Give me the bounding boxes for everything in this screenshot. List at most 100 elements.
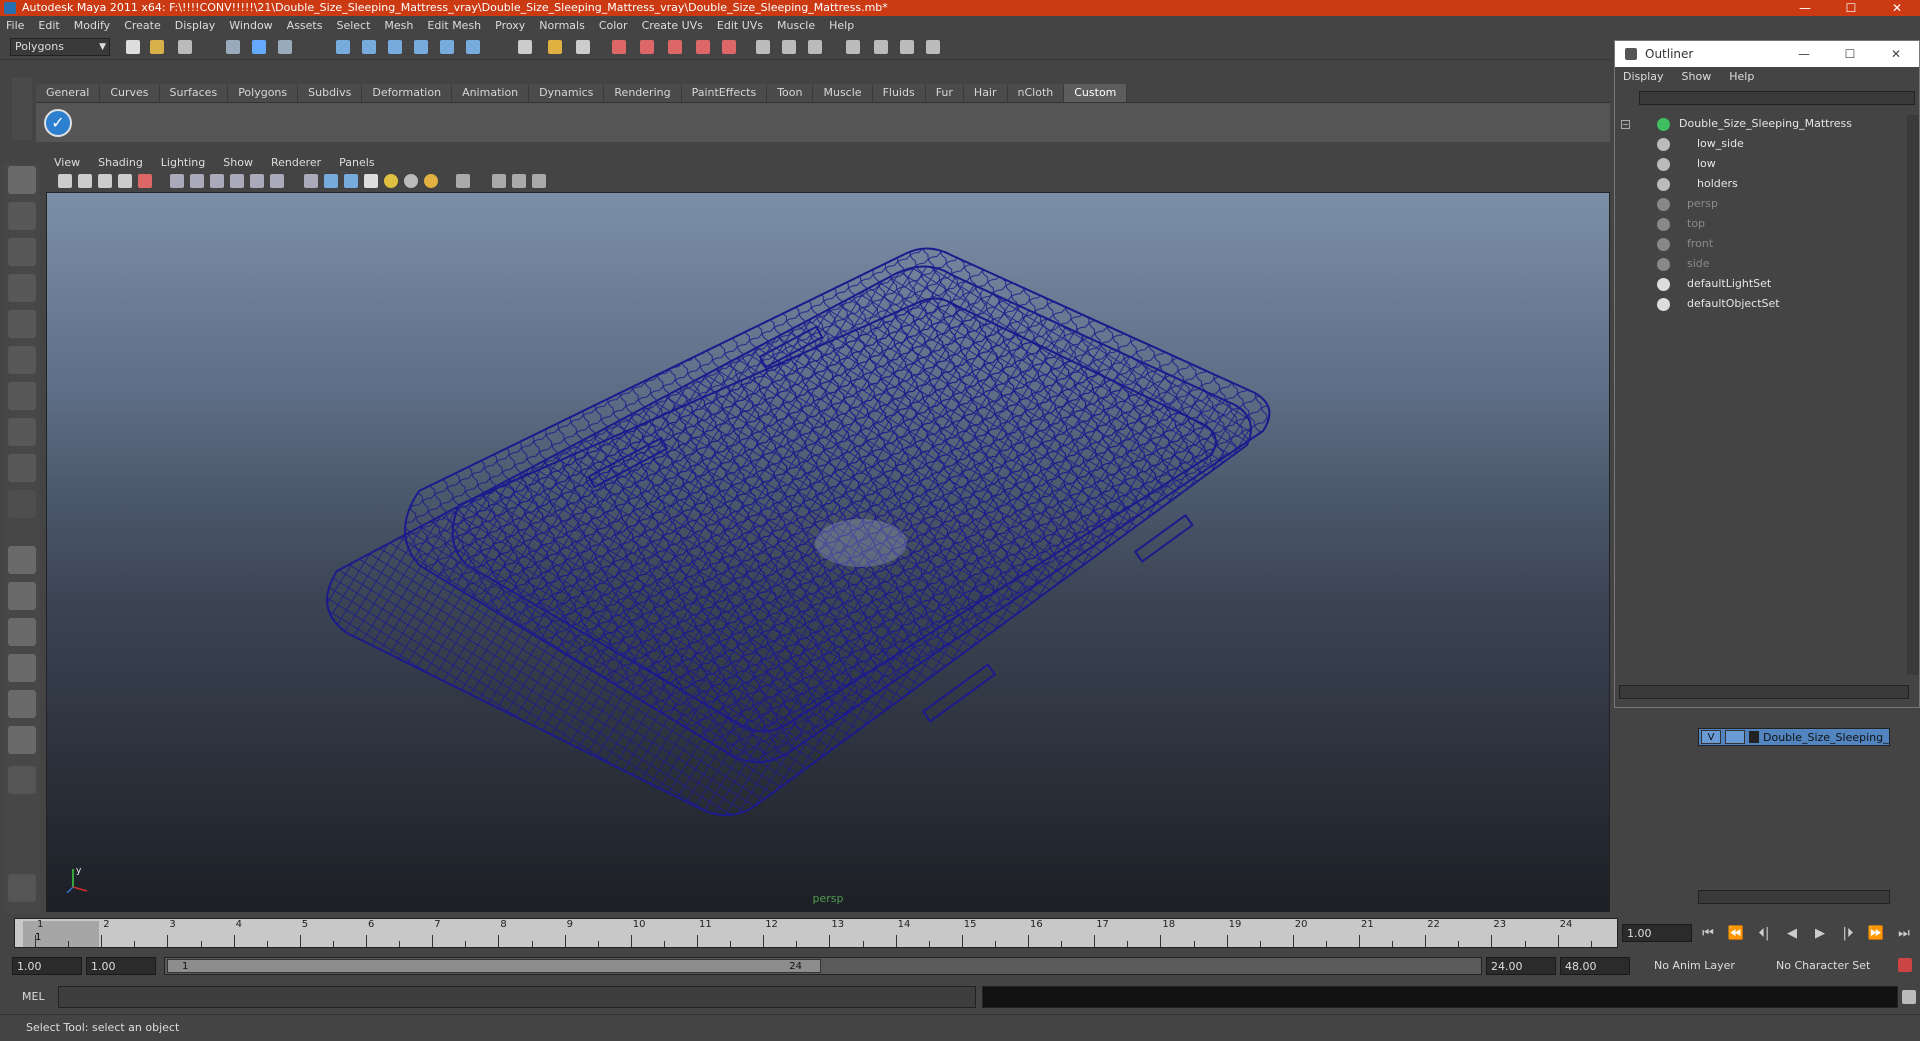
menu-select[interactable]: Select	[336, 19, 370, 32]
menu-edit[interactable]: Edit	[38, 19, 59, 32]
perspective-viewport[interactable]: y persp	[46, 192, 1610, 912]
input-output-icon[interactable]	[576, 40, 590, 54]
script-editor-icon[interactable]	[1902, 990, 1916, 1004]
go-to-end-icon[interactable]: ⏭	[1890, 926, 1918, 942]
snap-view-plane-icon[interactable]	[414, 40, 428, 54]
show-outliner-icon[interactable]	[846, 40, 860, 54]
tab-toon[interactable]: Toon	[767, 84, 814, 102]
outliner-item-persp[interactable]: persp	[1619, 195, 1899, 213]
outliner-item-low[interactable]: low	[1619, 155, 1899, 173]
four-view-layout-icon[interactable]	[8, 582, 36, 610]
xray-joints-icon[interactable]	[344, 174, 358, 188]
tab-hair[interactable]: Hair	[963, 84, 1008, 102]
last-tool-icon[interactable]	[8, 490, 36, 518]
show-tool-settings-icon[interactable]	[782, 40, 796, 54]
help-icon[interactable]	[518, 40, 532, 54]
safe-action-icon[interactable]	[512, 174, 526, 188]
default-light-icon[interactable]	[384, 174, 398, 188]
tab-curves[interactable]: Curves	[100, 84, 160, 102]
tab-polygons[interactable]: Polygons	[228, 84, 299, 102]
select-by-object-icon[interactable]	[252, 40, 266, 54]
mel-command-input[interactable]	[58, 986, 976, 1008]
layer-playback-toggle[interactable]	[1725, 730, 1745, 744]
outliner-horizontal-scrollbar[interactable]	[1619, 685, 1909, 699]
render-settings-icon[interactable]	[696, 40, 710, 54]
menu-assets[interactable]: Assets	[287, 19, 323, 32]
show-graph-editor-icon[interactable]	[874, 40, 888, 54]
outliner-close-button[interactable]: ✕	[1873, 41, 1919, 67]
outliner-menu-help[interactable]: Help	[1729, 70, 1754, 83]
shadows-icon[interactable]	[270, 174, 284, 188]
tab-subdivs[interactable]: Subdivs	[298, 84, 363, 102]
single-perspective-layout-icon[interactable]	[8, 546, 36, 574]
menu-mesh[interactable]: Mesh	[384, 19, 413, 32]
viewport-menu-lighting[interactable]: Lighting	[161, 156, 205, 169]
menu-display[interactable]: Display	[175, 19, 216, 32]
hypershade-persp-layout-icon[interactable]	[8, 690, 36, 718]
playback-start-field[interactable]: 1.00	[86, 957, 156, 975]
tab-custom[interactable]: Custom	[1064, 84, 1128, 102]
maximize-button[interactable]: ☐	[1828, 0, 1874, 16]
outliner-item-default-light-set[interactable]: defaultLightSet	[1619, 275, 1899, 293]
collapse-toggle-icon[interactable]: −	[1621, 120, 1630, 129]
film-gate-icon[interactable]	[492, 174, 506, 188]
tab-fur[interactable]: Fur	[925, 84, 964, 102]
xray-icon[interactable]	[324, 174, 338, 188]
quick-layout-icon[interactable]	[8, 874, 36, 902]
select-by-component-icon[interactable]	[278, 40, 292, 54]
display-layer-row[interactable]: V Double_Size_Sleeping_Ma	[1698, 728, 1890, 746]
viewport-menu-view[interactable]: View	[54, 156, 80, 169]
outliner-item-holders[interactable]: holders	[1619, 175, 1899, 193]
step-forward-key-icon[interactable]: ⏩	[1862, 926, 1890, 942]
range-slider[interactable]: 1 24	[164, 957, 1482, 975]
menu-create[interactable]: Create	[124, 19, 161, 32]
universal-manipulator-icon[interactable]	[8, 382, 36, 410]
outliner-filter-input[interactable]	[1639, 91, 1915, 105]
outliner-item-side[interactable]: side	[1619, 255, 1899, 273]
wireframe-on-shaded-icon[interactable]	[210, 174, 224, 188]
tab-painteffects[interactable]: PaintEffects	[681, 84, 768, 102]
layer-color-swatch[interactable]	[1749, 731, 1759, 743]
animation-end-field[interactable]: 48.00	[1560, 957, 1630, 975]
snap-grid-icon[interactable]	[336, 40, 350, 54]
smooth-shade-icon[interactable]	[190, 174, 204, 188]
outliner-maximize-button[interactable]: ☐	[1827, 41, 1873, 67]
go-to-start-icon[interactable]: ⏮	[1694, 926, 1722, 942]
show-layer-editor-icon[interactable]	[926, 40, 940, 54]
bookmarks-icon[interactable]	[98, 174, 112, 188]
menu-file[interactable]: File	[6, 19, 24, 32]
ambient-occlusion-icon[interactable]	[424, 174, 438, 188]
move-tool-icon[interactable]	[8, 274, 36, 302]
snap-point-icon[interactable]	[388, 40, 402, 54]
show-attribute-editor-icon[interactable]	[756, 40, 770, 54]
menu-muscle[interactable]: Muscle	[777, 19, 815, 32]
menu-help[interactable]: Help	[829, 19, 854, 32]
layer-editor-scrollbar[interactable]	[1698, 890, 1890, 904]
outliner-item-top[interactable]: top	[1619, 215, 1899, 233]
menu-edit-mesh[interactable]: Edit Mesh	[427, 19, 481, 32]
soft-modification-icon[interactable]	[8, 418, 36, 446]
scale-tool-icon[interactable]	[8, 346, 36, 374]
history-icon[interactable]	[466, 40, 480, 54]
camera-attributes-icon[interactable]	[78, 174, 92, 188]
checker-icon[interactable]	[364, 174, 378, 188]
step-forward-frame-icon[interactable]: |⏵	[1834, 926, 1862, 942]
checkmark-shelf-button[interactable]: ✓	[44, 109, 72, 137]
grid-icon[interactable]	[138, 174, 152, 188]
resolution-gate-icon[interactable]	[456, 174, 470, 188]
use-all-lights-icon[interactable]	[250, 174, 264, 188]
current-frame-field[interactable]: 1.00	[1622, 924, 1692, 942]
viewport-menu-renderer[interactable]: Renderer	[271, 156, 321, 169]
tab-dynamics[interactable]: Dynamics	[529, 84, 605, 102]
lock-icon[interactable]	[548, 40, 562, 54]
persp-graph-layout-icon[interactable]	[8, 654, 36, 682]
show-hypergraph-icon[interactable]	[900, 40, 914, 54]
viewport-menu-show[interactable]: Show	[223, 156, 253, 169]
step-back-key-icon[interactable]: ⏪	[1722, 926, 1750, 942]
outliner-item-front[interactable]: front	[1619, 235, 1899, 253]
select-camera-icon[interactable]	[58, 174, 72, 188]
menu-edit-uvs[interactable]: Edit UVs	[717, 19, 763, 32]
viewport-menu-panels[interactable]: Panels	[339, 156, 374, 169]
anim-layer-select[interactable]: No Anim Layer	[1650, 957, 1760, 975]
time-slider[interactable]: 1 1 2 3 4 5 6 7 8 9 10 11 12 13 14 15 16 17 18 19 20 21 22 23 2…	[14, 918, 1618, 948]
